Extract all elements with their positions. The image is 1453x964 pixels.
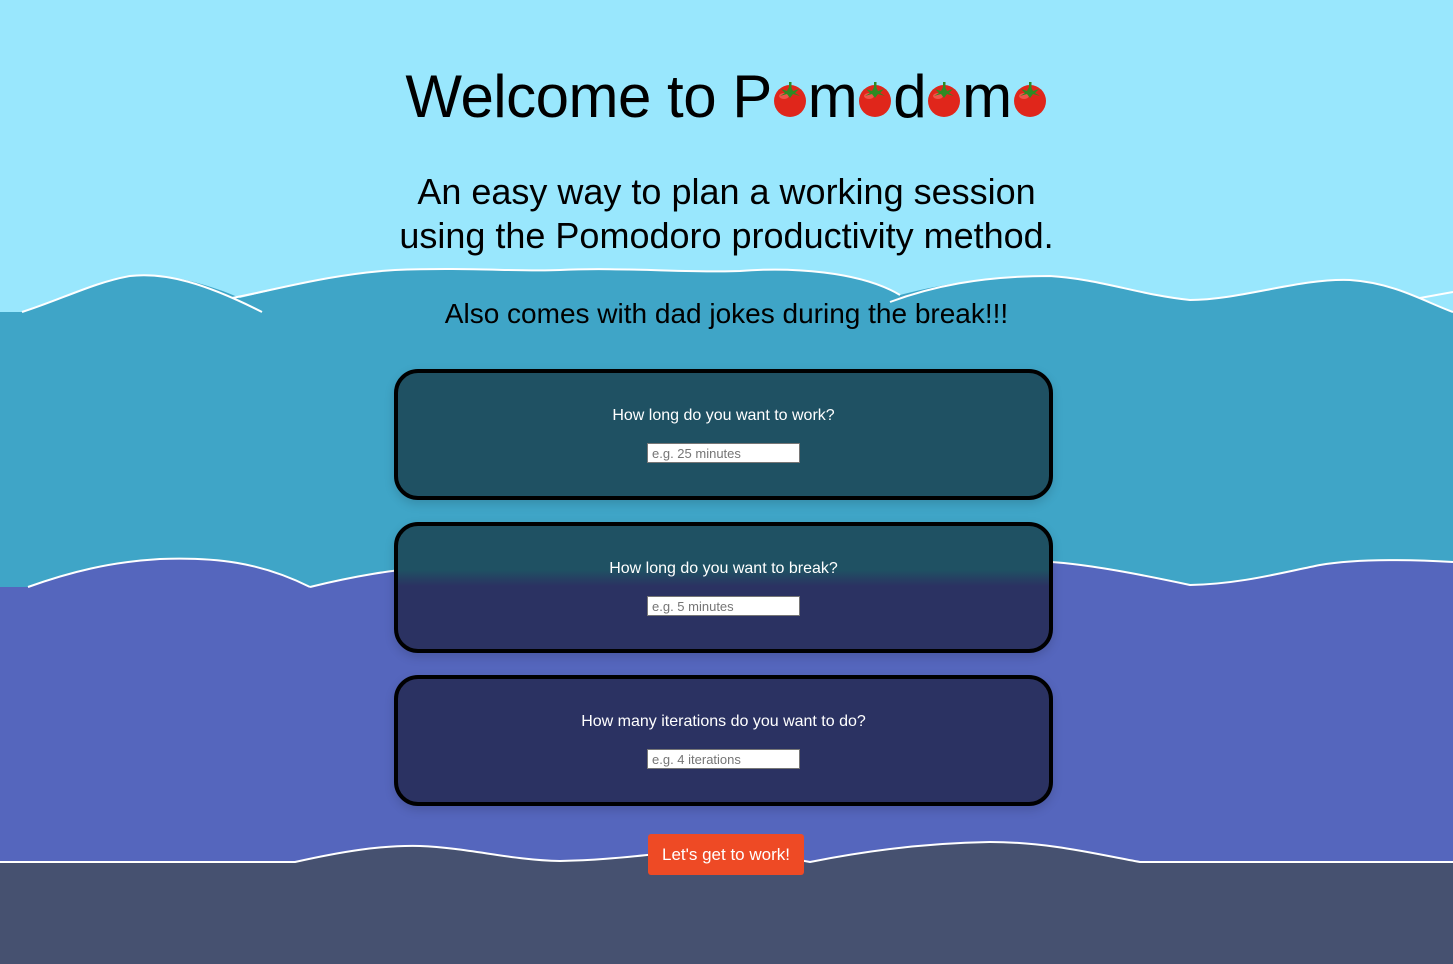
subtitle-line-1: An easy way to plan a working session [417, 171, 1036, 212]
subtitle: An easy way to plan a working session us… [0, 170, 1453, 258]
title-text-prefix: Welcome to P [405, 63, 772, 130]
work-duration-input[interactable] [647, 443, 800, 463]
break-duration-card: How long do you want to break? [394, 522, 1053, 653]
start-button[interactable]: Let's get to work! [648, 834, 804, 875]
work-duration-question: How long do you want to work? [612, 407, 835, 424]
subtitle-line-2: using the Pomodoro productivity method. [399, 215, 1054, 256]
title-letter-1: m [807, 63, 858, 130]
tomato-icon [855, 79, 895, 119]
tagline: Also comes with dad jokes during the bre… [444, 298, 1009, 329]
page: Welcome to P mdm An easy way to plan a wo… [0, 0, 1453, 964]
title-letter-2: d [893, 63, 927, 130]
page-title: Welcome to P mdm [0, 62, 1453, 132]
break-duration-input[interactable] [647, 596, 800, 616]
tomato-icon [770, 79, 810, 119]
work-duration-card: How long do you want to work? [394, 369, 1053, 500]
iterations-question: How many iterations do you want to do? [581, 713, 866, 730]
tomato-icon [924, 79, 964, 119]
tomato-icon [1010, 79, 1050, 119]
iterations-input[interactable] [647, 749, 800, 769]
iterations-card: How many iterations do you want to do? [394, 675, 1053, 806]
title-letter-3: m [962, 63, 1012, 130]
break-duration-question: How long do you want to break? [609, 560, 838, 577]
